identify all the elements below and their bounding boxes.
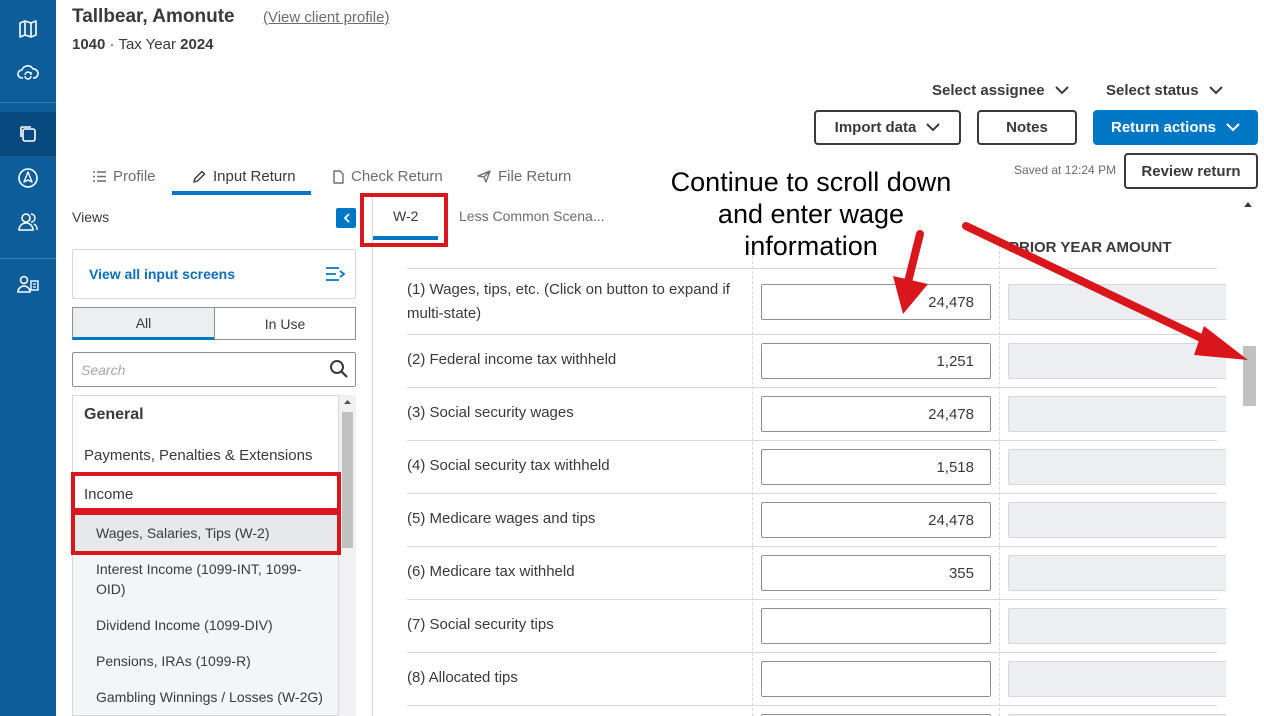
scroll-up-arrow-icon[interactable]	[339, 395, 356, 409]
prior-year-input	[1008, 343, 1226, 379]
tax-year-label: Tax Year	[118, 36, 176, 53]
input-screen-nav: General Payments, Penalties & Extensions…	[72, 395, 339, 716]
send-icon	[477, 170, 491, 183]
return-actions-label: Return actions	[1110, 119, 1216, 136]
nav-item-wages[interactable]: Wages, Salaries, Tips (W-2)	[73, 513, 338, 553]
rail-divider	[0, 258, 56, 259]
search-input[interactable]	[72, 352, 356, 387]
form-scrollbar-thumb[interactable]	[1243, 346, 1256, 406]
prior-year-input	[1008, 555, 1226, 591]
prior-year-input	[1008, 608, 1226, 644]
social-security-wages-input[interactable]	[761, 396, 991, 432]
import-data-button[interactable]: Import data	[814, 110, 961, 145]
wages-input[interactable]	[761, 284, 991, 320]
row-label: (5) Medicare wages and tips	[407, 510, 596, 527]
tab-check-return[interactable]: Check Return	[333, 158, 443, 195]
social-security-tax-input[interactable]	[761, 449, 991, 485]
prior-year-input	[1008, 661, 1226, 697]
cloud-sync-icon[interactable]	[14, 59, 42, 87]
view-all-input-screens-button[interactable]: View all input screens	[72, 249, 356, 299]
prior-year-input	[1008, 284, 1226, 320]
notes-button[interactable]: Notes	[977, 110, 1077, 145]
review-return-label: Review return	[1141, 162, 1241, 180]
select-assignee-dropdown[interactable]: Select assignee	[932, 82, 1069, 99]
select-status-dropdown[interactable]: Select status	[1106, 82, 1223, 99]
clients-icon[interactable]	[14, 208, 42, 236]
nav-item-dividend-income[interactable]: Dividend Income (1099-DIV)	[73, 609, 338, 645]
tab-check-return-label: Check Return	[351, 168, 443, 185]
prior-year-input	[1008, 449, 1226, 485]
tab-profile-label: Profile	[113, 168, 156, 185]
navigation-icon[interactable]	[14, 164, 42, 192]
prior-year-header: PRIOR YEAR AMOUNT	[1009, 239, 1172, 256]
prior-year-input	[1008, 396, 1226, 432]
rail-divider	[0, 102, 56, 103]
nav-item-gambling[interactable]: Gambling Winnings / Losses (W-2G)	[73, 681, 338, 715]
subtab-less-common[interactable]: Less Common Scena...	[459, 208, 605, 224]
notes-label: Notes	[1006, 119, 1048, 136]
tab-input-return[interactable]: Input Return	[193, 158, 296, 195]
team-icon[interactable]	[14, 270, 42, 298]
list-expand-icon	[326, 267, 345, 281]
left-rail	[0, 0, 56, 716]
form-number: 1040	[72, 36, 106, 53]
allocated-tips-input[interactable]	[761, 661, 991, 697]
medicare-tax-input[interactable]	[761, 555, 991, 591]
segment-all[interactable]: All	[72, 307, 215, 340]
prior-year-input	[1008, 502, 1226, 538]
tab-file-return[interactable]: File Return	[477, 158, 571, 195]
review-return-button[interactable]: Review return	[1124, 153, 1258, 189]
social-security-tips-input[interactable]	[761, 608, 991, 644]
views-label: Views	[72, 209, 110, 225]
w2-form-panel: W-2 Less Common Scena... PRIOR YEAR AMOU…	[372, 196, 1242, 716]
import-data-label: Import data	[834, 119, 917, 136]
return-actions-button[interactable]: Return actions	[1093, 110, 1258, 145]
active-tab-indicator	[172, 191, 311, 195]
nav-scrollbar-thumb[interactable]	[342, 412, 353, 548]
document-icon	[333, 169, 344, 184]
federal-tax-withheld-input[interactable]	[761, 343, 991, 379]
form-scrollbar[interactable]	[1242, 196, 1256, 716]
tab-profile[interactable]: Profile	[93, 158, 156, 195]
tab-input-return-label: Input Return	[213, 168, 296, 185]
chevron-down-icon	[1208, 86, 1223, 95]
return-info: 1040 · Tax Year 2024	[72, 36, 214, 53]
tax-year: 2024	[180, 36, 214, 53]
chevron-down-icon	[926, 123, 941, 132]
select-assignee-label: Select assignee	[932, 82, 1045, 99]
map-icon[interactable]	[14, 15, 42, 43]
view-all-label: View all input screens	[89, 266, 236, 282]
pencil-icon	[193, 170, 206, 183]
row-label: (3) Social security wages	[407, 404, 574, 421]
nav-item-payments[interactable]: Payments, Penalties & Extensions	[73, 447, 338, 464]
chevron-down-icon	[1054, 86, 1069, 95]
subtab-active-indicator	[373, 236, 438, 240]
nav-item-interest-income[interactable]: Interest Income (1099-INT, 1099-OID)	[73, 553, 338, 609]
row-label: (1) Wages, tips, etc. (Click on button t…	[407, 281, 730, 322]
saved-status: Saved at 12:24 PM	[1014, 163, 1117, 177]
medicare-wages-input[interactable]	[761, 502, 991, 538]
scroll-up-arrow-icon[interactable]	[1243, 200, 1253, 208]
view-client-profile-link[interactable]: (View client profile)	[263, 9, 389, 26]
nav-item-general[interactable]: General	[73, 406, 338, 424]
segment-in-use[interactable]: In Use	[214, 307, 356, 340]
collapse-panel-button[interactable]	[336, 208, 356, 228]
search-icon[interactable]	[329, 359, 349, 379]
row-label: (7) Social security tips	[407, 616, 554, 633]
subtab-w2[interactable]: W-2	[393, 208, 418, 224]
list-icon	[93, 171, 106, 182]
row-label: (6) Medicare tax withheld	[407, 563, 575, 580]
nav-item-income[interactable]: Income	[73, 486, 338, 503]
nav-item-pensions[interactable]: Pensions, IRAs (1099-R)	[73, 645, 338, 681]
chevron-left-icon	[343, 213, 350, 223]
client-name: Tallbear, Amonute	[72, 6, 235, 27]
row-label: (2) Federal income tax withheld	[407, 351, 617, 368]
returns-icon[interactable]	[14, 120, 42, 148]
tab-file-return-label: File Return	[498, 168, 572, 185]
select-status-label: Select status	[1106, 82, 1199, 99]
chevron-down-icon	[1226, 123, 1240, 132]
row-label: (8) Allocated tips	[407, 669, 518, 686]
row-label: (4) Social security tax withheld	[407, 457, 610, 474]
annotation-text: Continue to scroll down and enter wage i…	[670, 167, 952, 261]
